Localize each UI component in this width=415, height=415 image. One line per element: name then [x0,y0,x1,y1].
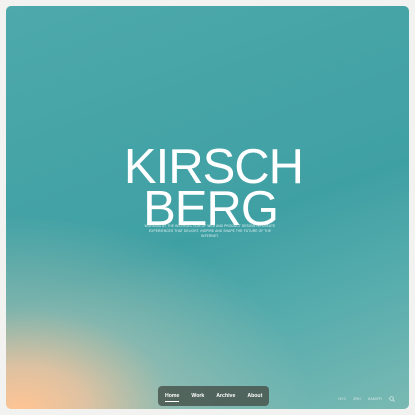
location-ham[interactable]: HAM/FR [368,397,382,401]
nav-item-about[interactable]: About [247,393,262,399]
brand-logo[interactable]: KIRSCH BERG [6,143,409,234]
location-nyc[interactable]: NYC [338,397,346,401]
footer-right: NYC ZRH HAM/FR [338,396,395,402]
nav-item-archive[interactable]: Archive [216,393,235,399]
main-nav: Home Work Archive About [158,386,270,406]
tagline: Working at the intersection of web and p… [144,224,276,238]
nav-item-home[interactable]: Home [165,393,180,402]
location-zrh[interactable]: ZRH [353,397,361,401]
hero-section: KIRSCH BERG Working at the intersection … [6,6,409,409]
search-icon[interactable] [389,396,395,402]
nav-item-work[interactable]: Work [191,393,204,399]
